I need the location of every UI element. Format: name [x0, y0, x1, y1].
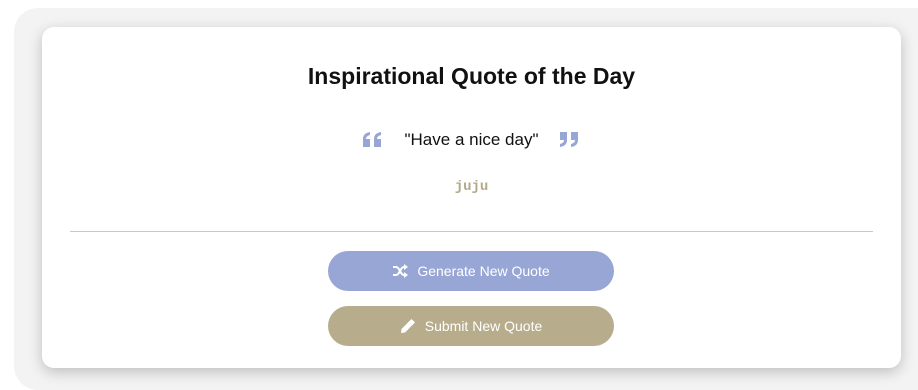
submit-quote-button[interactable]: Submit New Quote: [328, 306, 614, 346]
quote-card: Inspirational Quote of the Day "Have a n…: [42, 27, 901, 368]
quote-author: juju: [454, 179, 489, 195]
shuffle-icon: [392, 263, 409, 279]
quote-right-icon: [560, 132, 580, 148]
quote-row: "Have a nice day": [42, 130, 901, 150]
quote-text: "Have a nice day": [404, 130, 539, 149]
pencil-icon: [400, 318, 416, 334]
page-title: Inspirational Quote of the Day: [307, 63, 636, 89]
quote-left-icon: [362, 132, 383, 148]
submit-quote-label: Submit New Quote: [424, 318, 543, 334]
generate-quote-label: Generate New Quote: [417, 263, 550, 279]
generate-quote-button[interactable]: Generate New Quote: [328, 251, 614, 291]
divider: [70, 231, 873, 232]
